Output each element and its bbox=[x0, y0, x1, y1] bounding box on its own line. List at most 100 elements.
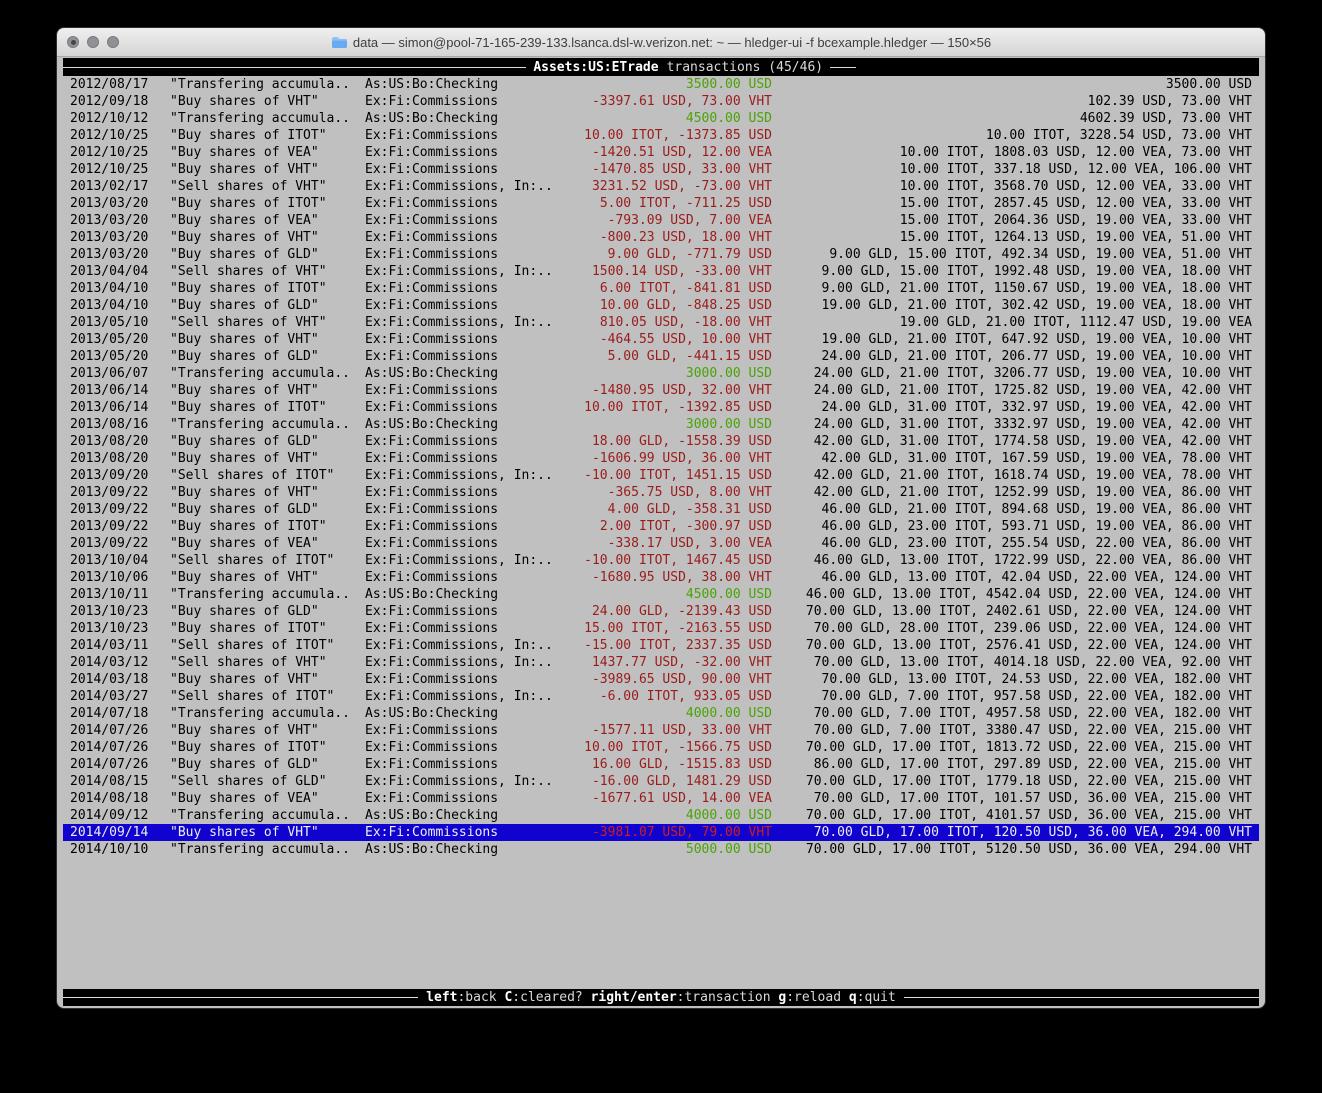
tx-accounts: Ex:Fi:Commissions bbox=[365, 603, 560, 620]
tx-balance: 46.00 GLD, 23.00 ITOT, 593.71 USD, 19.00… bbox=[772, 518, 1252, 535]
table-row[interactable]: 2012/10/25"Buy shares of VHT"Ex:Fi:Commi… bbox=[63, 161, 1259, 178]
tx-balance: 70.00 GLD, 17.00 ITOT, 4101.57 USD, 36.0… bbox=[772, 807, 1252, 824]
tx-accounts: Ex:Fi:Commissions bbox=[365, 212, 560, 229]
tx-description: "Buy shares of VEA" bbox=[170, 212, 365, 229]
table-row[interactable]: 2013/06/07"Transfering accumula..As:US:B… bbox=[63, 365, 1259, 382]
table-row[interactable]: 2012/10/12"Transfering accumula..As:US:B… bbox=[63, 110, 1259, 127]
tx-accounts: Ex:Fi:Commissions, In:.. bbox=[365, 552, 560, 569]
table-row[interactable]: 2013/10/23"Buy shares of GLD"Ex:Fi:Commi… bbox=[63, 603, 1259, 620]
tx-accounts: Ex:Fi:Commissions bbox=[365, 280, 560, 297]
tx-change: -464.55 USD, 10.00 VHT bbox=[560, 331, 772, 348]
tx-date: 2013/09/22 bbox=[70, 518, 170, 535]
tx-balance: 46.00 GLD, 13.00 ITOT, 1722.99 USD, 22.0… bbox=[772, 552, 1252, 569]
tx-balance: 70.00 GLD, 17.00 ITOT, 1779.18 USD, 22.0… bbox=[772, 773, 1252, 790]
table-row[interactable]: 2014/03/27"Sell shares of ITOT"Ex:Fi:Com… bbox=[63, 688, 1259, 705]
table-row[interactable]: 2013/04/04"Sell shares of VHT"Ex:Fi:Comm… bbox=[63, 263, 1259, 280]
table-row[interactable]: 2013/10/23"Buy shares of ITOT"Ex:Fi:Comm… bbox=[63, 620, 1259, 637]
tx-date: 2013/03/20 bbox=[70, 195, 170, 212]
tx-balance: 10.00 ITOT, 337.18 USD, 12.00 VEA, 106.0… bbox=[772, 161, 1252, 178]
tx-description: "Sell shares of ITOT" bbox=[170, 552, 365, 569]
tx-date: 2014/07/26 bbox=[70, 739, 170, 756]
table-row[interactable]: 2014/08/18"Buy shares of VEA"Ex:Fi:Commi… bbox=[63, 790, 1259, 807]
tx-date: 2014/03/18 bbox=[70, 671, 170, 688]
table-row[interactable]: 2013/08/16"Transfering accumula..As:US:B… bbox=[63, 416, 1259, 433]
table-row[interactable]: 2014/03/18"Buy shares of VHT"Ex:Fi:Commi… bbox=[63, 671, 1259, 688]
table-row[interactable]: 2013/09/20"Sell shares of ITOT"Ex:Fi:Com… bbox=[63, 467, 1259, 484]
tx-description: "Sell shares of GLD" bbox=[170, 773, 365, 790]
table-row[interactable]: 2013/02/17"Sell shares of VHT"Ex:Fi:Comm… bbox=[63, 178, 1259, 195]
table-row[interactable]: 2014/03/11"Sell shares of ITOT"Ex:Fi:Com… bbox=[63, 637, 1259, 654]
folder-icon bbox=[331, 36, 348, 49]
table-row[interactable]: 2013/06/14"Buy shares of ITOT"Ex:Fi:Comm… bbox=[63, 399, 1259, 416]
tx-accounts: Ex:Fi:Commissions, In:.. bbox=[365, 467, 560, 484]
tx-description: "Buy shares of ITOT" bbox=[170, 399, 365, 416]
minimize-button[interactable] bbox=[87, 36, 99, 48]
tx-description: "Buy shares of ITOT" bbox=[170, 195, 365, 212]
table-row[interactable]: 2012/08/17"Transfering accumula..As:US:B… bbox=[63, 76, 1259, 93]
tx-change: 4.00 GLD, -358.31 USD bbox=[560, 501, 772, 518]
tx-description: "Sell shares of ITOT" bbox=[170, 637, 365, 654]
window-titlebar[interactable]: data — simon@pool-71-165-239-133.lsanca.… bbox=[57, 28, 1265, 57]
tx-balance: 70.00 GLD, 17.00 ITOT, 101.57 USD, 36.00… bbox=[772, 790, 1252, 807]
table-row[interactable]: 2013/09/22"Buy shares of VEA"Ex:Fi:Commi… bbox=[63, 535, 1259, 552]
table-row[interactable]: 2014/03/12"Sell shares of VHT"Ex:Fi:Comm… bbox=[63, 654, 1259, 671]
table-row[interactable]: 2014/10/10"Transfering accumula..As:US:B… bbox=[63, 841, 1259, 858]
tx-description: "Transfering accumula.. bbox=[170, 586, 365, 603]
tx-balance: 70.00 GLD, 7.00 ITOT, 957.58 USD, 22.00 … bbox=[772, 688, 1252, 705]
table-row[interactable]: 2014/08/15"Sell shares of GLD"Ex:Fi:Comm… bbox=[63, 773, 1259, 790]
table-row[interactable]: 2014/07/18"Transfering accumula..As:US:B… bbox=[63, 705, 1259, 722]
table-row[interactable]: 2013/04/10"Buy shares of GLD"Ex:Fi:Commi… bbox=[63, 297, 1259, 314]
table-row[interactable]: 2012/10/25"Buy shares of ITOT"Ex:Fi:Comm… bbox=[63, 127, 1259, 144]
tx-date: 2013/04/04 bbox=[70, 263, 170, 280]
table-row[interactable]: 2013/05/20"Buy shares of GLD"Ex:Fi:Commi… bbox=[63, 348, 1259, 365]
table-row[interactable]: 2013/08/20"Buy shares of VHT"Ex:Fi:Commi… bbox=[63, 450, 1259, 467]
table-row[interactable]: 2013/08/20"Buy shares of GLD"Ex:Fi:Commi… bbox=[63, 433, 1259, 450]
tx-change: 3000.00 USD bbox=[560, 416, 772, 433]
tx-balance: 3500.00 USD bbox=[772, 76, 1252, 93]
table-row[interactable]: 2013/10/06"Buy shares of VHT"Ex:Fi:Commi… bbox=[63, 569, 1259, 586]
tx-date: 2012/10/25 bbox=[70, 161, 170, 178]
tx-date: 2014/08/15 bbox=[70, 773, 170, 790]
table-row[interactable]: 2013/09/22"Buy shares of VHT"Ex:Fi:Commi… bbox=[63, 484, 1259, 501]
tx-balance: 70.00 GLD, 7.00 ITOT, 3380.47 USD, 22.00… bbox=[772, 722, 1252, 739]
zoom-button[interactable] bbox=[107, 36, 119, 48]
table-row[interactable]: 2014/09/12"Transfering accumula..As:US:B… bbox=[63, 807, 1259, 824]
tx-description: "Sell shares of VHT" bbox=[170, 178, 365, 195]
tx-accounts: Ex:Fi:Commissions bbox=[365, 331, 560, 348]
table-row[interactable]: 2013/10/04"Sell shares of ITOT"Ex:Fi:Com… bbox=[63, 552, 1259, 569]
table-row[interactable]: 2012/09/18"Buy shares of VHT"Ex:Fi:Commi… bbox=[63, 93, 1259, 110]
tx-balance: 9.00 GLD, 21.00 ITOT, 1150.67 USD, 19.00… bbox=[772, 280, 1252, 297]
pane-title-account: Assets:US:ETrade bbox=[533, 60, 658, 75]
tx-date: 2013/10/23 bbox=[70, 620, 170, 637]
table-row[interactable]: 2013/03/20"Buy shares of ITOT"Ex:Fi:Comm… bbox=[63, 195, 1259, 212]
table-row[interactable]: 2014/09/14"Buy shares of VHT"Ex:Fi:Commi… bbox=[63, 824, 1259, 841]
tx-date: 2013/08/20 bbox=[70, 433, 170, 450]
tx-accounts: As:US:Bo:Checking bbox=[365, 705, 560, 722]
table-row[interactable]: 2014/07/26"Buy shares of VHT"Ex:Fi:Commi… bbox=[63, 722, 1259, 739]
tx-accounts: As:US:Bo:Checking bbox=[365, 586, 560, 603]
table-row[interactable]: 2013/09/22"Buy shares of ITOT"Ex:Fi:Comm… bbox=[63, 518, 1259, 535]
table-row[interactable]: 2014/07/26"Buy shares of GLD"Ex:Fi:Commi… bbox=[63, 756, 1259, 773]
table-row[interactable]: 2013/03/20"Buy shares of GLD"Ex:Fi:Commi… bbox=[63, 246, 1259, 263]
table-row[interactable]: 2013/09/22"Buy shares of GLD"Ex:Fi:Commi… bbox=[63, 501, 1259, 518]
table-row[interactable]: 2012/10/25"Buy shares of VEA"Ex:Fi:Commi… bbox=[63, 144, 1259, 161]
close-button[interactable] bbox=[67, 36, 79, 48]
table-row[interactable]: 2013/03/20"Buy shares of VEA"Ex:Fi:Commi… bbox=[63, 212, 1259, 229]
table-row[interactable]: 2013/05/10"Sell shares of VHT"Ex:Fi:Comm… bbox=[63, 314, 1259, 331]
table-row[interactable]: 2013/03/20"Buy shares of VHT"Ex:Fi:Commi… bbox=[63, 229, 1259, 246]
tx-accounts: Ex:Fi:Commissions, In:.. bbox=[365, 314, 560, 331]
tx-balance: 70.00 GLD, 17.00 ITOT, 5120.50 USD, 36.0… bbox=[772, 841, 1252, 858]
tx-date: 2014/03/12 bbox=[70, 654, 170, 671]
tx-accounts: Ex:Fi:Commissions bbox=[365, 671, 560, 688]
table-row[interactable]: 2013/04/10"Buy shares of ITOT"Ex:Fi:Comm… bbox=[63, 280, 1259, 297]
help-key: left bbox=[426, 990, 457, 1005]
table-row[interactable]: 2014/07/26"Buy shares of ITOT"Ex:Fi:Comm… bbox=[63, 739, 1259, 756]
table-row[interactable]: 2013/06/14"Buy shares of VHT"Ex:Fi:Commi… bbox=[63, 382, 1259, 399]
table-row[interactable]: 2013/10/11"Transfering accumula..As:US:B… bbox=[63, 586, 1259, 603]
tx-accounts: Ex:Fi:Commissions, In:.. bbox=[365, 263, 560, 280]
tx-accounts: Ex:Fi:Commissions bbox=[365, 144, 560, 161]
table-row[interactable]: 2013/05/20"Buy shares of VHT"Ex:Fi:Commi… bbox=[63, 331, 1259, 348]
desktop-background: data — simon@pool-71-165-239-133.lsanca.… bbox=[0, 0, 1322, 1093]
pane-header-bar: Assets:US:ETradetransactions (45/46) bbox=[63, 58, 1259, 76]
tx-description: "Transfering accumula.. bbox=[170, 110, 365, 127]
